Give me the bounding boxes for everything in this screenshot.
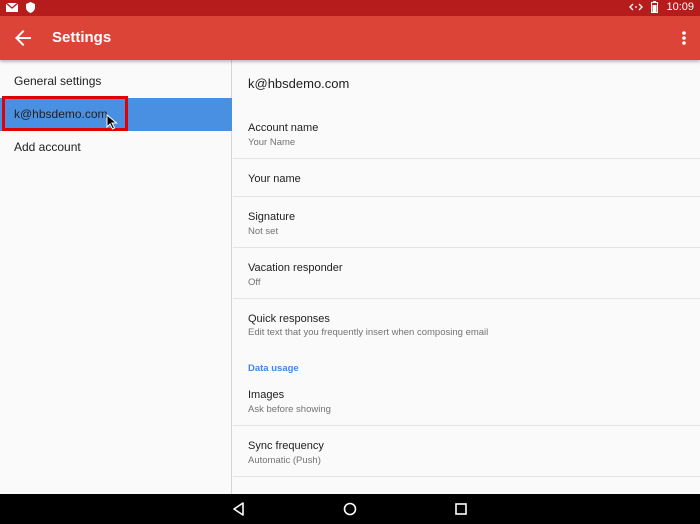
setting-value: Edit text that you frequently insert whe… (248, 327, 489, 338)
setting-images[interactable]: Images Ask before showing (233, 375, 700, 426)
setting-value: Not set (248, 226, 279, 237)
setting-label: Quick responses (248, 313, 330, 325)
back-triangle-icon[interactable] (231, 501, 247, 517)
setting-label: Images (248, 389, 285, 401)
app-bar: Settings (0, 16, 700, 60)
account-settings-pane: k@hbsdemo.com Account name Your Name You… (233, 60, 700, 494)
shield-icon (26, 2, 35, 13)
setting-value: Off (248, 277, 261, 288)
data-arrows-icon (629, 2, 644, 12)
battery-icon (651, 1, 659, 13)
setting-label: Signature (248, 211, 296, 223)
setting-your-name[interactable]: Your name (233, 159, 700, 197)
setting-value: Automatic (Push) (248, 455, 321, 466)
arrow-back-icon[interactable] (11, 26, 35, 50)
setting-label: Sync frequency (248, 440, 324, 452)
account-email-header: k@hbsdemo.com (248, 76, 350, 91)
setting-label: Account name (248, 122, 319, 134)
setting-vacation-responder[interactable]: Vacation responder Off (233, 248, 700, 299)
status-time: 10:09 (666, 1, 694, 13)
sidebar-item-label: k@hbsdemo.com (14, 107, 108, 121)
mail-icon (6, 3, 18, 12)
page-title: Settings (52, 29, 112, 46)
setting-sync-frequency[interactable]: Sync frequency Automatic (Push) (233, 426, 700, 477)
sidebar-item-label: General settings (14, 74, 102, 88)
setting-partially-visible[interactable] (233, 477, 700, 494)
settings-sidebar: General settings k@hbsdemo.com Add accou… (0, 60, 232, 494)
sidebar-item-label: Add account (14, 140, 81, 154)
setting-label: Vacation responder (248, 262, 343, 274)
setting-quick-responses[interactable]: Quick responses Edit text that you frequ… (233, 299, 700, 350)
setting-value: Ask before showing (248, 404, 331, 415)
setting-value: Your Name (248, 137, 296, 148)
setting-signature[interactable]: Signature Not set (233, 197, 700, 248)
more-vert-icon[interactable] (680, 26, 688, 50)
recents-square-icon[interactable] (453, 501, 469, 517)
home-circle-icon[interactable] (342, 501, 358, 517)
system-nav-bar (0, 494, 700, 524)
sidebar-item-general-settings[interactable]: General settings (0, 65, 232, 98)
setting-label: Your name (248, 173, 301, 185)
section-header-data-usage: Data usage (248, 363, 299, 374)
sidebar-item-account[interactable]: k@hbsdemo.com (0, 98, 232, 131)
sidebar-item-add-account[interactable]: Add account (0, 131, 232, 164)
setting-account-name[interactable]: Account name Your Name (233, 108, 700, 159)
status-bar: 10:09 (0, 0, 700, 16)
